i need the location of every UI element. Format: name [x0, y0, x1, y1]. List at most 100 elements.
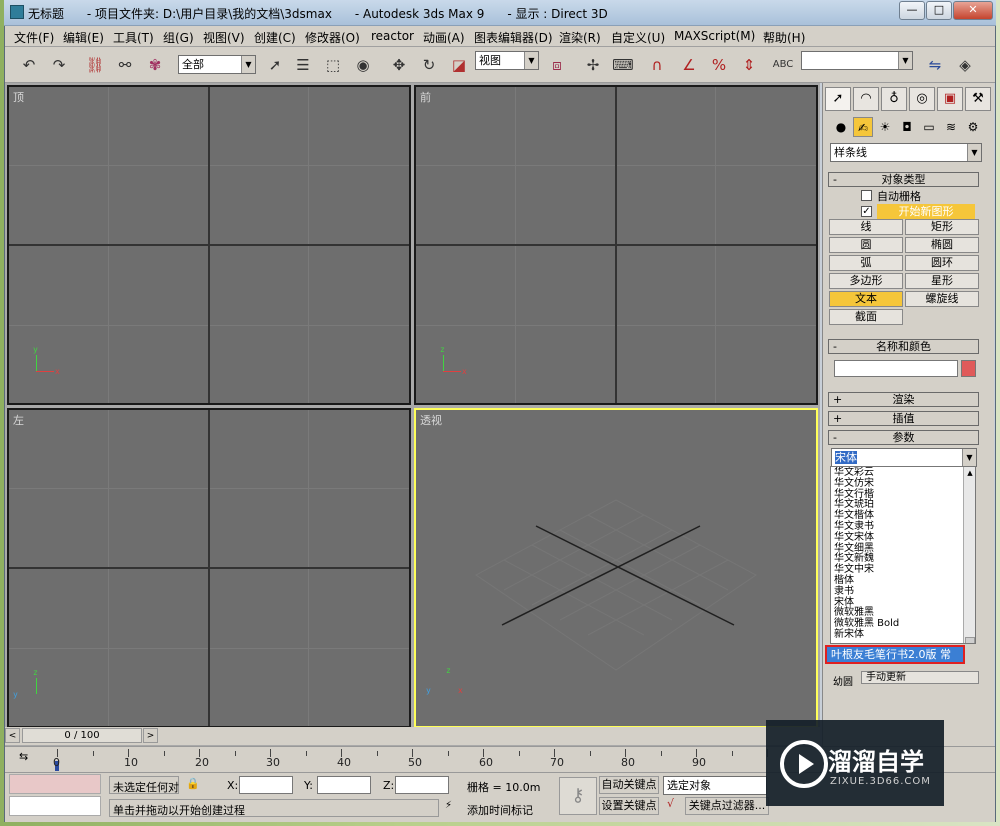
- z-coordinate-field[interactable]: [395, 776, 449, 794]
- font-list-item[interactable]: 楷体: [831, 575, 975, 586]
- named-selection-dropdown[interactable]: ▼: [801, 51, 913, 70]
- start-new-shape-checkbox[interactable]: ✓: [861, 206, 872, 217]
- section-button[interactable]: 截面: [829, 309, 903, 325]
- font-list-item[interactable]: 华文彩云: [831, 467, 975, 478]
- highlighted-font-item[interactable]: 叶根友毛笔行书2.0版 常: [825, 645, 965, 664]
- circle-button[interactable]: 圆: [829, 237, 903, 253]
- viewport-top[interactable]: 顶 y x: [7, 85, 411, 405]
- select-by-name-icon[interactable]: ☰: [291, 53, 315, 77]
- helpers-icon[interactable]: ▭: [919, 117, 939, 137]
- unlink-icon[interactable]: ⚯: [113, 53, 137, 77]
- x-coordinate-field[interactable]: [239, 776, 293, 794]
- spinner-snap-icon[interactable]: ⇕: [737, 53, 761, 77]
- redo-icon[interactable]: ↷: [47, 53, 71, 77]
- font-list-item[interactable]: 华文隶书: [831, 521, 975, 532]
- modify-tab-icon[interactable]: ◠: [853, 87, 879, 111]
- star-button[interactable]: 星形: [905, 273, 979, 289]
- keyboard-shortcut-icon[interactable]: ⌨: [611, 53, 635, 77]
- menu-maxscript[interactable]: MAXScript(M): [674, 29, 755, 43]
- viewport-perspective[interactable]: 透视 z y x: [414, 408, 818, 728]
- font-list-item[interactable]: 华文新魏: [831, 553, 975, 564]
- font-list-item[interactable]: 华文仿宋: [831, 478, 975, 489]
- rendering-rollout[interactable]: + 渲染: [828, 392, 979, 407]
- hierarchy-tab-icon[interactable]: ♁: [881, 87, 907, 111]
- key-filters-button[interactable]: 关键点过滤器...: [685, 797, 769, 815]
- menu-edit[interactable]: 编辑(E): [63, 29, 104, 46]
- font-list[interactable]: 华文彩云 华文仿宋 华文行楷 华文琥珀 华文楷体 华文隶书 华文宋体 华文细黑 华文新魏 华文中宋…: [830, 466, 976, 644]
- font-list-item[interactable]: 新宋体: [831, 629, 975, 640]
- scroll-thumb[interactable]: [965, 637, 975, 643]
- scale-icon[interactable]: ◪: [447, 53, 471, 77]
- align-icon[interactable]: ◈: [953, 53, 977, 77]
- maximize-button[interactable]: □: [926, 1, 952, 20]
- arc-button[interactable]: 弧: [829, 255, 903, 271]
- font-list-scrollbar[interactable]: ▲: [963, 467, 975, 643]
- menu-create[interactable]: 创建(C): [254, 29, 296, 46]
- auto-key-button[interactable]: 自动关键点: [599, 776, 659, 794]
- name-color-rollout[interactable]: - 名称和颜色: [828, 339, 979, 354]
- mirror-icon[interactable]: ⇋: [923, 53, 947, 77]
- ellipse-button[interactable]: 椭圆: [905, 237, 979, 253]
- font-list-item[interactable]: 宋体: [831, 597, 975, 608]
- menu-views[interactable]: 视图(V): [203, 29, 245, 46]
- key-mode-dropdown[interactable]: 选定对象: [663, 776, 767, 795]
- percent-snap-icon[interactable]: %: [707, 53, 731, 77]
- edit-named-selection-icon[interactable]: ABC: [771, 53, 795, 77]
- create-tab-icon[interactable]: ➚: [825, 87, 851, 111]
- font-list-item[interactable]: 华文楷体: [831, 510, 975, 521]
- window-crossing-icon[interactable]: ◉: [351, 53, 375, 77]
- font-list-item[interactable]: 微软雅黑: [831, 607, 975, 618]
- font-list-item[interactable]: 华文中宋: [831, 564, 975, 575]
- lights-icon[interactable]: ☀: [875, 117, 895, 137]
- key-icon[interactable]: ⚷: [559, 777, 597, 815]
- viewport-left[interactable]: 左 z y: [7, 408, 411, 728]
- time-tag-icon[interactable]: ⚡: [445, 800, 459, 816]
- time-slider[interactable]: < 0 / 100 >: [5, 727, 820, 745]
- lock-icon[interactable]: 🔒: [185, 777, 201, 793]
- utilities-tab-icon[interactable]: ⚒: [965, 87, 991, 111]
- viewport-front[interactable]: 前 z x: [414, 85, 818, 405]
- font-list-item[interactable]: 华文行楷: [831, 489, 975, 500]
- angle-snap-icon[interactable]: ∠: [677, 53, 701, 77]
- menu-file[interactable]: 文件(F): [14, 29, 54, 46]
- pivot-center-icon[interactable]: ⧈: [545, 53, 569, 77]
- category-dropdown[interactable]: 样条线 ▼: [830, 143, 982, 162]
- move-icon[interactable]: ✥: [387, 53, 411, 77]
- font-list-item[interactable]: 华文宋体: [831, 532, 975, 543]
- font-list-item[interactable]: 华文琥珀: [831, 499, 975, 510]
- object-color-swatch[interactable]: [961, 360, 976, 377]
- manual-update-button[interactable]: 手动更新: [861, 671, 979, 684]
- menu-tools[interactable]: 工具(T): [113, 29, 154, 46]
- select-object-icon[interactable]: ➚: [263, 53, 287, 77]
- maxscript-listener-mini[interactable]: [9, 774, 101, 794]
- cameras-icon[interactable]: ◘: [897, 117, 917, 137]
- motion-tab-icon[interactable]: ◎: [909, 87, 935, 111]
- menu-rendering[interactable]: 渲染(R): [559, 29, 601, 46]
- selection-filter-dropdown[interactable]: 全部 ▼: [178, 55, 256, 74]
- parameters-rollout[interactable]: - 参数: [828, 430, 979, 445]
- menu-customize[interactable]: 自定义(U): [611, 29, 665, 46]
- space-warps-icon[interactable]: ≋: [941, 117, 961, 137]
- snap-toggle-icon[interactable]: ∩: [645, 53, 669, 77]
- set-key-button[interactable]: 设置关键点: [599, 797, 659, 815]
- interpolation-rollout[interactable]: + 插值: [828, 411, 979, 426]
- shapes-icon[interactable]: ✍: [853, 117, 873, 137]
- object-type-rollout[interactable]: - 对象类型: [828, 172, 979, 187]
- rectangle-button[interactable]: 矩形: [905, 219, 979, 235]
- systems-icon[interactable]: ⚙: [963, 117, 983, 137]
- menu-animation[interactable]: 动画(A): [423, 29, 465, 46]
- menu-reactor[interactable]: reactor: [371, 29, 414, 43]
- scroll-up-icon[interactable]: ▲: [965, 469, 975, 479]
- menu-modifiers[interactable]: 修改器(O): [305, 29, 360, 46]
- rotate-icon[interactable]: ↻: [417, 53, 441, 77]
- ngon-button[interactable]: 多边形: [829, 273, 903, 289]
- add-time-tag[interactable]: 添加时间标记: [467, 802, 533, 818]
- start-new-shape-button[interactable]: 开始新图形: [877, 204, 975, 219]
- geometry-icon[interactable]: ●: [831, 117, 851, 137]
- donut-button[interactable]: 圆环: [905, 255, 979, 271]
- menu-help[interactable]: 帮助(H): [763, 29, 805, 46]
- font-list-item[interactable]: 隶书: [831, 586, 975, 597]
- font-list-item[interactable]: 微软雅黑 Bold: [831, 618, 975, 629]
- y-coordinate-field[interactable]: [317, 776, 371, 794]
- auto-grid-checkbox[interactable]: [861, 190, 872, 201]
